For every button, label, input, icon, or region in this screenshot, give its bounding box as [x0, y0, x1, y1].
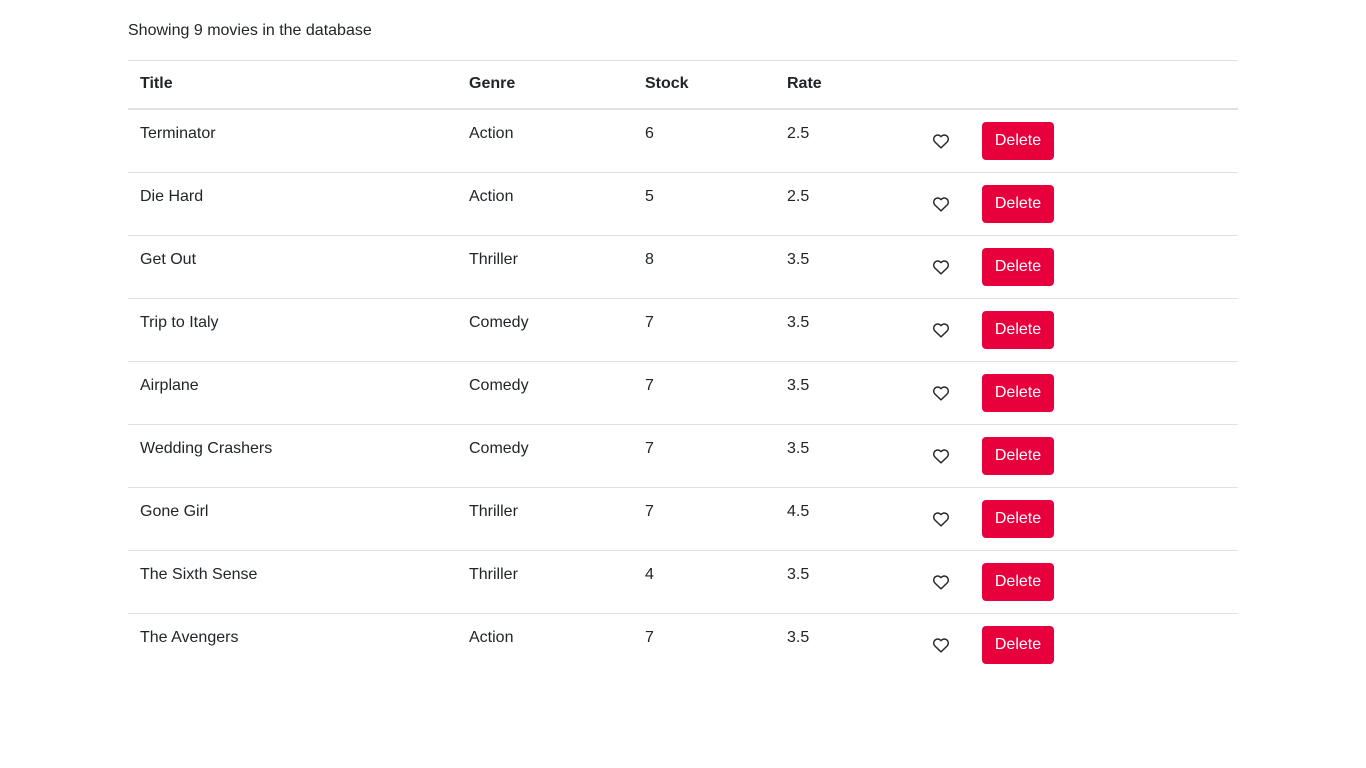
movie-actions: Delete — [917, 549, 1238, 613]
movie-stock: 7 — [633, 486, 775, 550]
movie-genre: Thriller — [457, 549, 633, 613]
movie-title: Gone Girl — [128, 486, 457, 550]
movie-title: Die Hard — [128, 171, 457, 235]
movie-actions: Delete — [917, 612, 1238, 676]
movie-actions: Delete — [917, 360, 1238, 424]
heart-outline-icon[interactable] — [931, 635, 951, 655]
row-actions: Delete — [929, 299, 1226, 361]
movie-title: Terminator — [140, 124, 216, 142]
movie-genre: Action — [457, 612, 633, 676]
movie-rate: 3.5 — [775, 423, 917, 487]
movie-genre: Comedy — [457, 297, 633, 361]
movie-stock: 8 — [633, 234, 775, 298]
delete-button[interactable]: Delete — [982, 436, 1054, 475]
movie-rate: 3.5 — [775, 234, 917, 298]
row-actions: Delete — [929, 425, 1226, 487]
movie-title: Get Out — [128, 234, 457, 298]
table-row: Die Hard Action 5 2.5 Delete — [128, 171, 1238, 235]
column-header-genre: Genre — [457, 60, 633, 110]
movie-stock: 7 — [633, 612, 775, 676]
movie-genre: Action — [469, 124, 514, 142]
column-header-actions — [917, 60, 1238, 110]
movie-genre: Comedy — [457, 423, 633, 487]
movie-title: Wedding Crashers — [128, 423, 457, 487]
delete-button[interactable]: Delete — [982, 184, 1054, 223]
table-row: Trip to Italy Comedy 7 3.5 Delete — [128, 297, 1238, 361]
movie-genre: Thriller — [457, 486, 633, 550]
movie-stock: 7 — [633, 423, 775, 487]
movies-table-body: Terminator Action 6 2.5 Delete Die Hard Action… — [128, 109, 1238, 676]
delete-button[interactable]: Delete — [982, 373, 1054, 412]
heart-outline-icon[interactable] — [931, 383, 951, 403]
movie-rate: 4.5 — [775, 486, 917, 550]
row-actions: Delete — [929, 614, 1226, 676]
movie-stock: 4 — [633, 549, 775, 613]
movie-rate: 3.5 — [775, 549, 917, 613]
movie-actions: Delete — [917, 171, 1238, 235]
movie-title: The Sixth Sense — [128, 549, 457, 613]
movie-actions: Delete — [917, 234, 1238, 298]
movies-table: Title Genre Stock Rate Terminator Action 6… — [128, 60, 1238, 676]
table-row: Terminator Action 6 2.5 Delete — [128, 109, 1238, 173]
delete-button[interactable]: Delete — [982, 625, 1054, 664]
heart-outline-icon[interactable] — [931, 446, 951, 466]
row-actions: Delete — [929, 551, 1226, 613]
movie-genre: Thriller — [457, 234, 633, 298]
heart-outline-icon[interactable] — [931, 509, 951, 529]
table-row: The Avengers Action 7 3.5 Delete — [128, 612, 1238, 676]
row-actions: Delete — [929, 110, 1226, 172]
movie-title: Trip to Italy — [128, 297, 457, 361]
movie-actions: Delete — [917, 423, 1238, 487]
delete-button[interactable]: Delete — [982, 562, 1054, 601]
heart-outline-icon[interactable] — [931, 131, 951, 151]
table-row: Get Out Thriller 8 3.5 Delete — [128, 234, 1238, 298]
movie-stock: 7 — [633, 360, 775, 424]
heart-outline-icon[interactable] — [931, 572, 951, 592]
table-row: Gone Girl Thriller 7 4.5 Delete — [128, 486, 1238, 550]
column-header-title: Title — [128, 60, 457, 110]
row-actions: Delete — [929, 236, 1226, 298]
movies-count-summary: Showing 9 movies in the database — [128, 21, 372, 41]
table-row: The Sixth Sense Thriller 4 3.5 Delete — [128, 549, 1238, 613]
summary-prefix: Showing — [128, 22, 190, 39]
delete-button[interactable]: Delete — [982, 247, 1054, 286]
movie-rate: 2.5 — [787, 124, 810, 142]
movie-rate: 3.5 — [775, 297, 917, 361]
movie-rate: 3.5 — [775, 612, 917, 676]
table-row: Wedding Crashers Comedy 7 3.5 Delete — [128, 423, 1238, 487]
heart-outline-icon[interactable] — [931, 320, 951, 340]
movie-stock: 6 — [645, 124, 654, 142]
table-header-row: Title Genre Stock Rate — [128, 60, 1238, 110]
movie-title: Airplane — [128, 360, 457, 424]
movie-rate: 3.5 — [775, 360, 917, 424]
delete-button[interactable]: Delete — [982, 499, 1054, 538]
row-actions: Delete — [929, 173, 1226, 235]
column-header-stock: Stock — [633, 60, 775, 110]
heart-outline-icon[interactable] — [931, 194, 951, 214]
movie-actions: Delete — [917, 109, 1238, 173]
summary-count: 9 — [193, 22, 203, 39]
movie-rate: 2.5 — [775, 171, 917, 235]
heart-outline-icon[interactable] — [931, 257, 951, 277]
row-actions: Delete — [929, 362, 1226, 424]
movie-actions: Delete — [917, 486, 1238, 550]
row-actions: Delete — [929, 488, 1226, 550]
movie-title: The Avengers — [128, 612, 457, 676]
movie-genre: Action — [457, 171, 633, 235]
movie-actions: Delete — [917, 297, 1238, 361]
table-row: Airplane Comedy 7 3.5 Delete — [128, 360, 1238, 424]
delete-button[interactable]: Delete — [982, 121, 1054, 160]
summary-suffix: movies in the database — [207, 22, 372, 39]
movie-stock: 5 — [633, 171, 775, 235]
movie-genre: Comedy — [457, 360, 633, 424]
delete-button[interactable]: Delete — [982, 310, 1054, 349]
column-header-rate: Rate — [775, 60, 917, 110]
movie-stock: 7 — [633, 297, 775, 361]
